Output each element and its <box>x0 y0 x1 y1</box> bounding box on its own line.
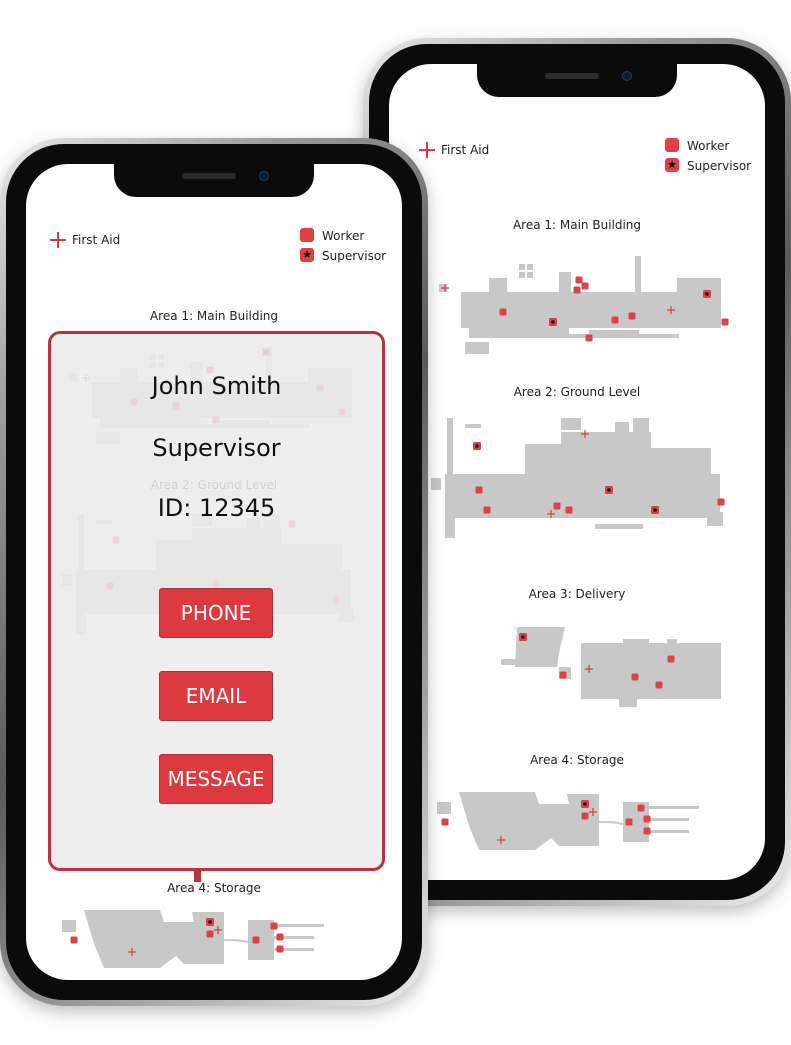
speaker-grille <box>182 173 236 179</box>
legend-worker-label: Worker <box>322 229 365 243</box>
area-1-title: Area 1: Main Building <box>512 218 642 232</box>
worker-icon <box>665 138 679 152</box>
first-aid-icon <box>50 232 66 248</box>
contact-id: ID: 12345 <box>157 494 276 522</box>
notch <box>114 164 314 197</box>
phone-screen: First Aid Worker ★ Supervisor Area 1: Ma… <box>26 164 402 980</box>
supervisor-star-icon: ★ <box>665 158 679 172</box>
phone-button[interactable]: PHONE <box>159 588 273 638</box>
phone-screen: First Aid Worker ★ Supervisor Area 1: Ma… <box>389 64 765 880</box>
legend-first-aid-label: First Aid <box>72 233 121 247</box>
supervisor-contact-card: John Smith Supervisor ID: 12345 PHONE EM… <box>48 331 385 871</box>
first-aid-icon <box>419 142 435 158</box>
legend-first-aid-label: First Aid <box>441 143 490 157</box>
phone-bezel: First Aid Worker ★ Supervisor Area 1: Ma… <box>369 44 785 900</box>
card-pointer <box>194 868 201 882</box>
phone-mockup-front: First Aid Worker ★ Supervisor Area 1: Ma… <box>0 138 428 1006</box>
legend-worker-label: Worker <box>687 139 730 153</box>
area-2-map[interactable] <box>425 414 745 544</box>
area-4-map[interactable] <box>60 906 350 980</box>
contact-role: Supervisor <box>152 434 281 462</box>
email-button[interactable]: EMAIL <box>159 671 273 721</box>
front-camera <box>259 171 269 181</box>
area-4-map[interactable] <box>435 788 725 868</box>
contact-name: John Smith <box>151 372 282 400</box>
area-3-title: Area 3: Delivery <box>528 587 626 601</box>
legend-supervisor-label: Supervisor <box>322 249 387 263</box>
area-2-title: Area 2: Ground Level <box>513 385 641 399</box>
area-4-title: Area 4: Storage <box>530 753 624 767</box>
area-4-title: Area 4: Storage <box>167 881 261 895</box>
area-3-map[interactable] <box>499 619 729 719</box>
area-1-title: Area 1: Main Building <box>149 309 279 323</box>
speaker-grille <box>545 73 599 79</box>
notch <box>477 64 677 97</box>
phone-bezel: First Aid Worker ★ Supervisor Area 1: Ma… <box>6 144 422 1000</box>
area-1-map[interactable] <box>425 254 745 354</box>
front-camera <box>622 71 632 81</box>
worker-icon <box>300 228 314 242</box>
message-button[interactable]: MESSAGE <box>159 754 273 804</box>
supervisor-star-icon: ★ <box>300 248 314 262</box>
legend-supervisor-label: Supervisor <box>687 159 752 173</box>
